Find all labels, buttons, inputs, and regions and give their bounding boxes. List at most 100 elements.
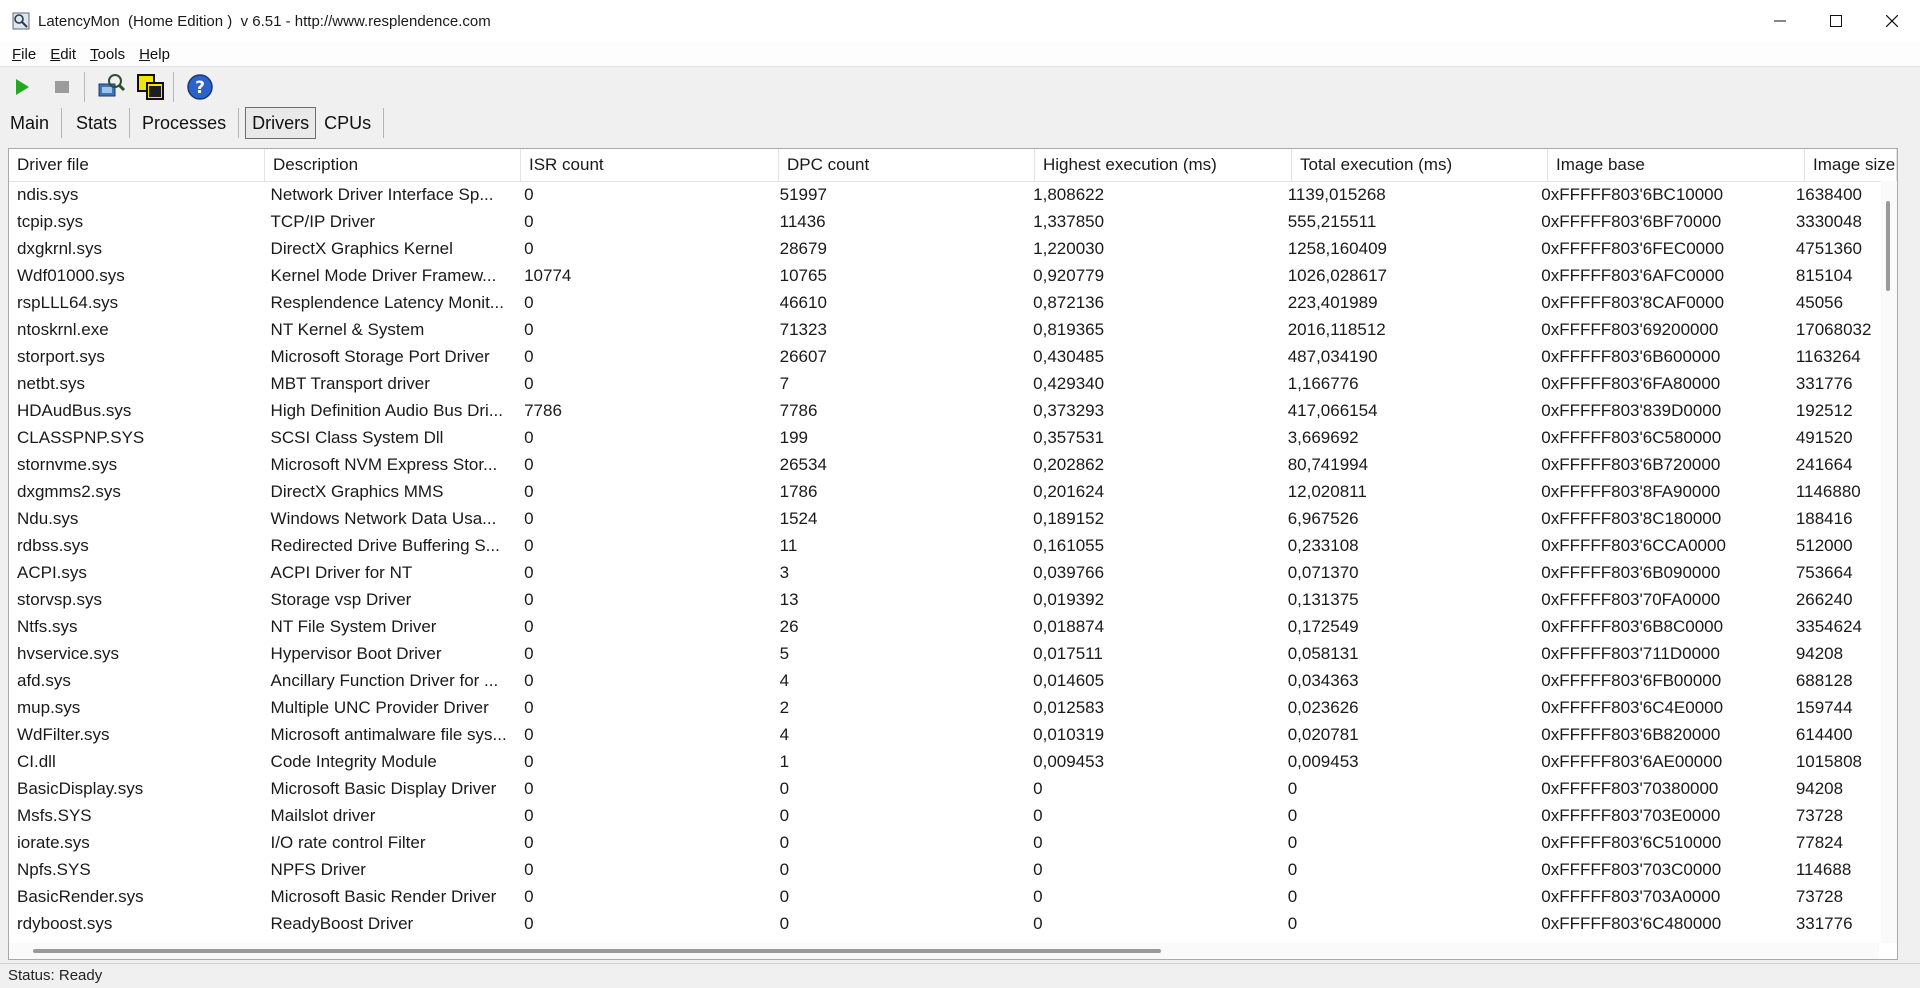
menu-edit[interactable]: Edit <box>50 46 76 63</box>
column-header-image-size[interactable]: Image size <box>1805 149 1897 181</box>
column-header-total-execution[interactable]: Total execution (ms) <box>1292 149 1548 181</box>
cell-driver-file: afd.sys <box>17 671 71 690</box>
cell-driver-file: rdbss.sys <box>17 536 89 555</box>
cell-image-size: 331776 <box>1795 914 1853 933</box>
drivers-list[interactable]: Driver file Description ISR count DPC co… <box>8 148 1898 960</box>
maximize-button[interactable] <box>1808 0 1864 42</box>
table-row[interactable]: netbt.sys MBT Transport driver 0 7 0,429340 1… <box>9 370 1879 397</box>
cell-highest-execution: 0 <box>1033 806 1043 825</box>
column-header-highest-execution[interactable]: Highest execution (ms) <box>1035 149 1292 181</box>
window-title: LatencyMon (Home Edition ) v 6.51 - http… <box>38 12 491 30</box>
table-row[interactable]: storport.sys Microsoft Storage Port Drive… <box>9 343 1879 370</box>
windows-icon <box>137 74 164 100</box>
table-row[interactable]: hvservice.sys Hypervisor Boot Driver 0 5 0,0… <box>9 640 1879 667</box>
title-bar: LatencyMon (Home Edition ) v 6.51 - http… <box>0 0 1920 42</box>
cell-driver-file: tcpip.sys <box>17 212 84 231</box>
cell-total-execution: 2016,118512 <box>1287 320 1386 339</box>
tab-cpus[interactable]: CPUs <box>324 108 385 138</box>
tab-processes[interactable]: Processes <box>130 108 240 138</box>
vertical-scroll-thumb[interactable] <box>1886 201 1890 291</box>
table-row[interactable]: WdFilter.sys Microsoft antimalware file s… <box>9 721 1879 748</box>
cell-total-execution: 1,166776 <box>1287 374 1359 393</box>
cell-isr-count: 0 <box>524 779 534 798</box>
cell-driver-file: hvservice.sys <box>17 644 120 663</box>
table-row[interactable]: rdbss.sys Redirected Drive Buffering S...… <box>9 532 1879 559</box>
cell-description: Microsoft Storage Port Driver <box>270 347 490 366</box>
menu-help-accel: H <box>139 45 150 63</box>
column-header-isr-count[interactable]: ISR count <box>521 149 779 181</box>
stop-button[interactable] <box>44 70 80 104</box>
cell-description: SCSI Class System Dll <box>270 428 444 447</box>
table-row[interactable]: CLASSPNP.SYS SCSI Class System Dll 0 199 0,3… <box>9 424 1879 451</box>
cell-driver-file: storvsp.sys <box>17 590 103 609</box>
table-row[interactable]: Msfs.SYS Mailslot driver 0 0 0 0 0xFFFFF803'70… <box>9 802 1879 829</box>
cell-image-size: 753664 <box>1795 563 1853 582</box>
column-header-dpc-count[interactable]: DPC count <box>779 149 1035 181</box>
table-row[interactable]: Ndu.sys Windows Network Data Usa... 0 1524 0… <box>9 505 1879 532</box>
table-row[interactable]: HDAudBus.sys High Definition Audio Bus Dr… <box>9 397 1879 424</box>
menu-tools[interactable]: Tools <box>90 46 125 63</box>
tab-drivers[interactable]: Drivers <box>245 107 317 139</box>
cell-total-execution: 555,215511 <box>1287 212 1377 231</box>
menu-help[interactable]: Help <box>139 46 170 63</box>
table-row[interactable]: Npfs.SYS NPFS Driver 0 0 0 0 0xFFFFF803'703C00… <box>9 856 1879 883</box>
table-row[interactable]: mup.sys Multiple UNC Provider Driver 0 2 0,0… <box>9 694 1879 721</box>
cell-image-size: 45056 <box>1795 293 1844 312</box>
close-button[interactable] <box>1864 0 1920 42</box>
cell-image-base: 0xFFFFF803'8FA90000 <box>1541 482 1721 501</box>
table-row[interactable]: stornvme.sys Microsoft NVM Express Stor..… <box>9 451 1879 478</box>
table-row[interactable]: Ntfs.sys NT File System Driver 0 26 0,018874… <box>9 613 1879 640</box>
tab-main[interactable]: Main <box>0 108 63 138</box>
cell-image-base: 0xFFFFF803'839D0000 <box>1541 401 1722 420</box>
cell-image-base: 0xFFFFF803'69200000 <box>1541 320 1719 339</box>
cell-isr-count: 0 <box>524 914 534 933</box>
table-row[interactable]: dxgmms2.sys DirectX Graphics MMS 0 1786 0,20… <box>9 478 1879 505</box>
toolbar-separator <box>84 72 85 102</box>
horizontal-scroll-thumb[interactable] <box>33 949 1161 953</box>
help-button[interactable]: ? <box>182 70 218 104</box>
cell-driver-file: Ndu.sys <box>17 509 79 528</box>
table-row[interactable]: ntoskrnl.exe NT Kernel & System 0 71323 0,81… <box>9 316 1879 343</box>
cell-image-size: 114688 <box>1795 860 1852 879</box>
table-row[interactable]: iorate.sys I/O rate control Filter 0 0 0 0 0xF… <box>9 829 1879 856</box>
table-row[interactable]: rspLLL64.sys Resplendence Latency Monit..… <box>9 289 1879 316</box>
cell-highest-execution: 0,357531 <box>1033 428 1105 447</box>
menu-file[interactable]: File <box>12 46 36 63</box>
vertical-scrollbar[interactable] <box>1881 181 1897 943</box>
cell-highest-execution: 0,012583 <box>1033 698 1105 717</box>
column-header-image-base[interactable]: Image base <box>1548 149 1805 181</box>
column-header-driver-file[interactable]: Driver file <box>9 149 265 181</box>
cell-isr-count: 0 <box>524 320 534 339</box>
table-row[interactable]: ACPI.sys ACPI Driver for NT 0 3 0,039766 0,07… <box>9 559 1879 586</box>
tab-stats[interactable]: Stats <box>62 108 131 138</box>
table-row[interactable]: BasicDisplay.sys Microsoft Basic Display … <box>9 775 1879 802</box>
cell-description: NT File System Driver <box>270 617 437 636</box>
cell-highest-execution: 0,018874 <box>1033 617 1105 636</box>
windows-button[interactable] <box>133 70 169 104</box>
cell-image-base: 0xFFFFF803'6FB00000 <box>1541 671 1722 690</box>
cell-dpc-count: 71323 <box>779 320 827 339</box>
toolbar: ? <box>0 67 1920 107</box>
menu-file-accel: F <box>12 45 22 63</box>
table-row[interactable]: storvsp.sys Storage vsp Driver 0 13 0,019392… <box>9 586 1879 613</box>
table-row[interactable]: afd.sys Ancillary Function Driver for ...… <box>9 667 1879 694</box>
cell-description: Resplendence Latency Monit... <box>270 293 504 312</box>
table-row[interactable]: ndis.sys Network Driver Interface Sp... 0 5… <box>9 181 1879 208</box>
drivers-analyze-button[interactable] <box>93 70 129 104</box>
minimize-button[interactable] <box>1752 0 1808 42</box>
column-header-description[interactable]: Description <box>265 149 521 181</box>
table-row[interactable]: Wdf01000.sys Kernel Mode Driver Framew...… <box>9 262 1879 289</box>
cell-isr-count: 0 <box>524 482 534 501</box>
table-row[interactable]: tcpip.sys TCP/IP Driver 0 11436 1,337850 555,… <box>9 208 1879 235</box>
cell-total-execution: 1258,160409 <box>1287 239 1387 258</box>
cell-highest-execution: 0 <box>1033 860 1043 879</box>
table-row[interactable]: BasicRender.sys Microsoft Basic Render Dr… <box>9 883 1879 910</box>
start-button[interactable] <box>4 70 40 104</box>
cell-isr-count: 0 <box>524 536 534 555</box>
horizontal-scrollbar[interactable] <box>9 943 1879 959</box>
table-row[interactable]: rdyboost.sys ReadyBoost Driver 0 0 0 0 0xFFFFF… <box>9 910 1879 937</box>
cell-description: Hypervisor Boot Driver <box>270 644 442 663</box>
table-row[interactable]: dxgkrnl.sys DirectX Graphics Kernel 0 28679… <box>9 235 1879 262</box>
table-row[interactable]: CI.dll Code Integrity Module 0 1 0,009453 0,0… <box>9 748 1879 775</box>
cell-total-execution: 0 <box>1287 806 1298 825</box>
